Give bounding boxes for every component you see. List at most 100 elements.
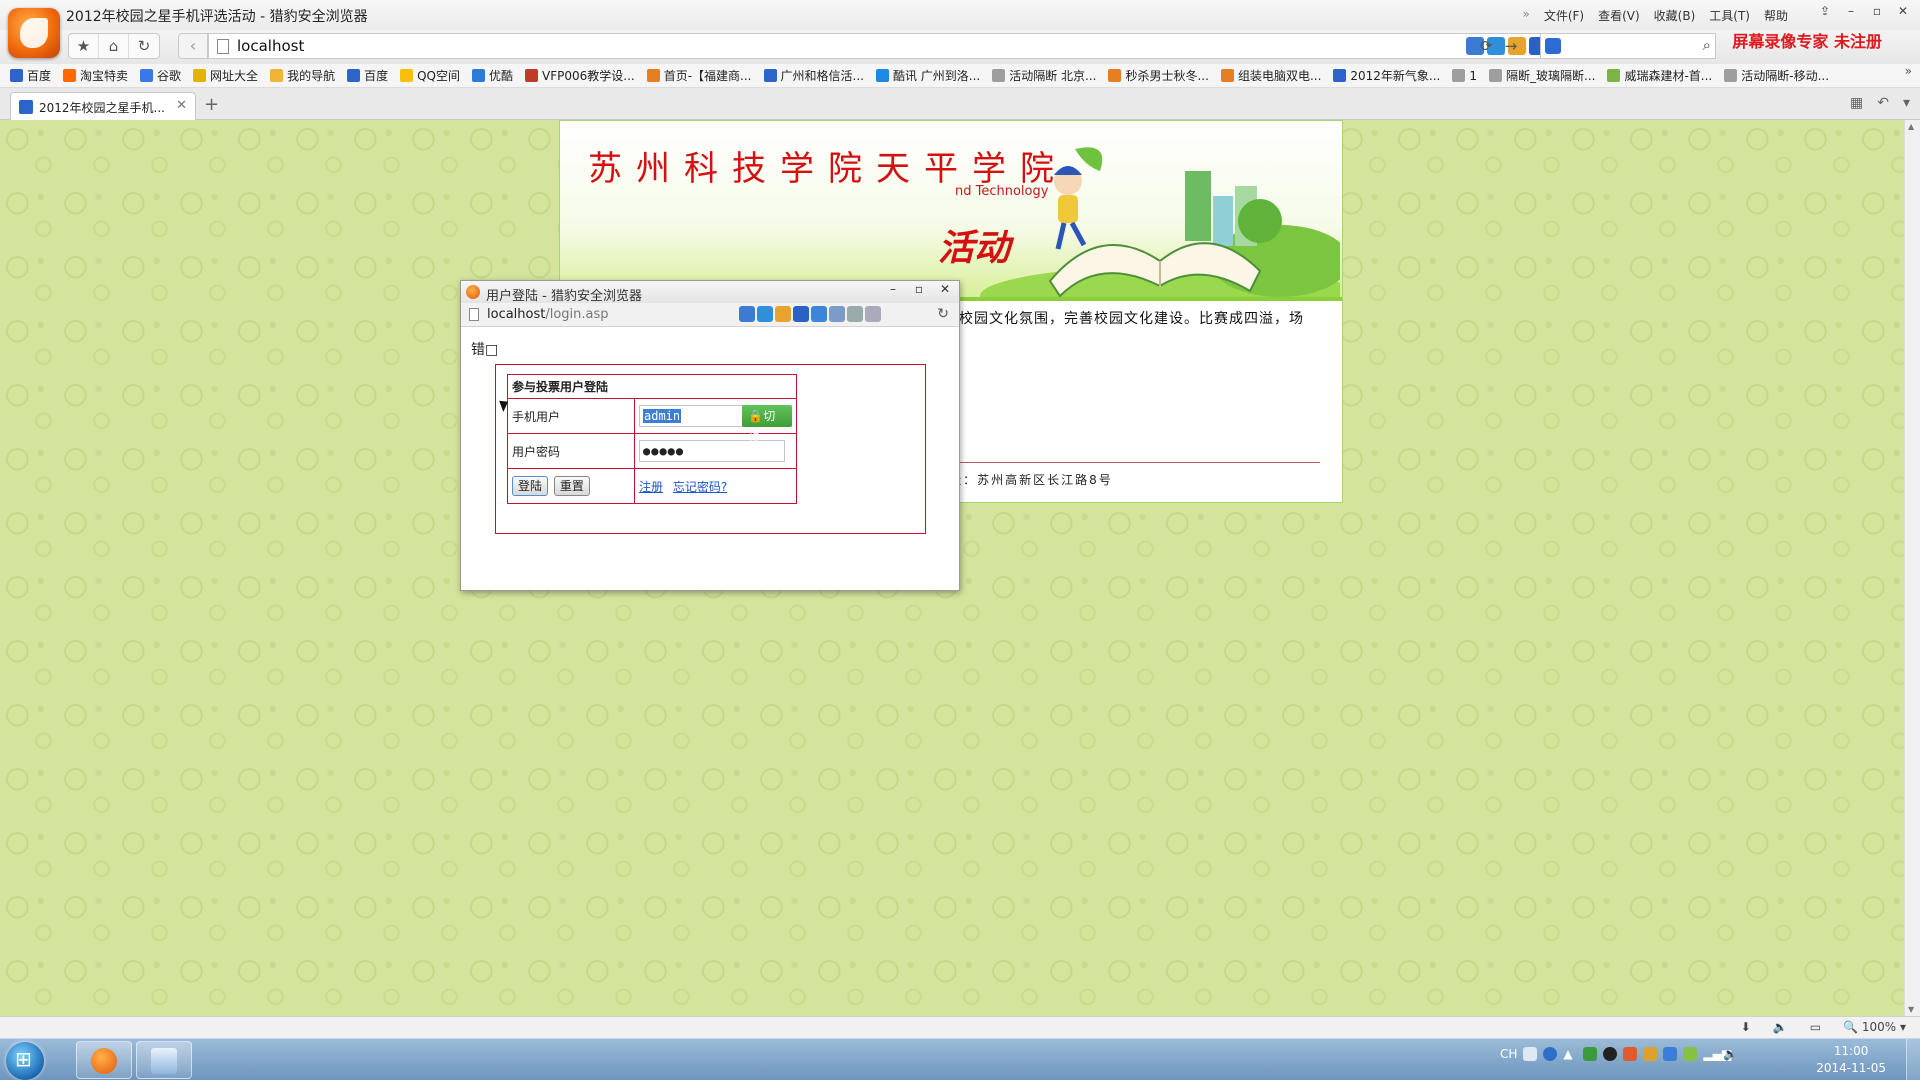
chevron-down-icon[interactable]: ▾ xyxy=(1903,95,1910,111)
close-button[interactable]: ✕ xyxy=(1892,2,1914,20)
close-tab-icon[interactable]: ✕ xyxy=(176,98,187,113)
scroll-up-icon[interactable]: ▲ xyxy=(1908,122,1914,131)
address-url[interactable]: localhost xyxy=(237,37,304,55)
bookmark-label: 活动隔断 北京... xyxy=(1009,69,1097,83)
security-icon[interactable] xyxy=(1623,1047,1638,1061)
password-label: 用户密码 xyxy=(507,433,635,469)
scroll-down-icon[interactable]: ▼ xyxy=(1908,1005,1914,1014)
refresh-icon[interactable]: ↻ xyxy=(129,34,159,58)
popup-title-bar[interactable]: 用户登陆 - 猎豹安全浏览器 – ▫ ✕ xyxy=(461,281,959,304)
go-arrow-icon[interactable]: → xyxy=(1505,37,1518,55)
paw-icon xyxy=(1333,69,1347,82)
bookmark-item[interactable]: VFP006教学设... xyxy=(525,67,635,84)
grid-menu-icon[interactable] xyxy=(847,306,863,322)
switch-button[interactable]: 🔒切换 xyxy=(742,405,792,445)
ie-mode-icon[interactable]: ⟳ xyxy=(1480,37,1493,55)
bookmark-item[interactable]: 组装电脑双电... xyxy=(1220,67,1321,84)
bookmark-item[interactable]: 1 xyxy=(1452,69,1477,83)
bookmark-item[interactable]: 活动隔断-移动... xyxy=(1724,67,1829,84)
password-input[interactable]: ●●●●● xyxy=(639,440,785,462)
reset-button[interactable]: 重置 xyxy=(553,476,590,496)
network-icon[interactable] xyxy=(829,306,845,322)
bookmark-item[interactable]: 2012年新气象... xyxy=(1333,67,1440,84)
menu-favorites[interactable]: 收藏(B) xyxy=(1654,7,1696,24)
volume-icon[interactable]: 🔈 xyxy=(1723,1047,1738,1061)
minimize-button[interactable]: – xyxy=(1840,2,1862,20)
forgot-password-link[interactable]: 忘记密码? xyxy=(673,480,727,494)
pin-icon[interactable]: ⇪ xyxy=(1814,2,1836,20)
menu-tools[interactable]: 工具(T) xyxy=(1709,7,1750,24)
bookmark-item[interactable]: 秒杀男士秋冬... xyxy=(1108,67,1209,84)
search-input[interactable]: ⌕ xyxy=(1540,33,1716,59)
help-icon[interactable] xyxy=(1543,1047,1558,1061)
bookmark-item[interactable]: 淘宝特卖 xyxy=(63,67,128,84)
search-icon[interactable]: ⌕ xyxy=(1703,36,1711,54)
volume-icon[interactable]: 🔈 xyxy=(1773,1020,1788,1034)
window-controls: ⇪ – ▫ ✕ xyxy=(1814,2,1914,20)
home-icon[interactable]: ⌂ xyxy=(99,34,129,58)
system-clock[interactable]: 11:00 2014-11-05 xyxy=(1816,1043,1886,1077)
bookmark-item[interactable]: 百度 xyxy=(347,67,388,84)
address-bar[interactable]: localhost xyxy=(208,33,1636,59)
bookmark-item[interactable]: 谷歌 xyxy=(140,67,181,84)
browser-logo-icon[interactable] xyxy=(8,8,60,58)
popup-title: 用户登陆 - 猎豹安全浏览器 xyxy=(486,289,642,304)
bookmark-item[interactable]: 威瑞森建材-首... xyxy=(1607,67,1712,84)
window-mode-icon[interactable]: ▭ xyxy=(1810,1020,1821,1034)
favorite-star-icon[interactable]: ★ xyxy=(69,34,99,58)
bookmark-item[interactable]: 百度 xyxy=(10,67,51,84)
qq-icon[interactable] xyxy=(1603,1047,1618,1061)
mail-icon[interactable] xyxy=(1663,1047,1678,1061)
bookmark-item[interactable]: QQ空间 xyxy=(400,67,460,84)
login-button[interactable]: 登陆 xyxy=(512,476,549,496)
bookmark-item[interactable]: 酷讯 广州到洛... xyxy=(875,67,980,84)
bookmark-item[interactable]: 活动隔断 北京... xyxy=(992,67,1096,84)
screenshot-icon[interactable] xyxy=(757,306,773,322)
ie-mode-icon[interactable] xyxy=(865,306,881,322)
show-desktop-button[interactable] xyxy=(1906,1039,1920,1080)
popup-close-button[interactable]: ✕ xyxy=(935,282,955,296)
popup-address-bar[interactable]: localhost/login.asp ↻ xyxy=(461,303,959,327)
google-icon xyxy=(140,69,154,82)
translate-icon[interactable] xyxy=(793,306,809,322)
bookmark-item[interactable]: 我的导航 xyxy=(270,67,335,84)
popup-refresh-icon[interactable]: ↻ xyxy=(937,306,949,322)
ticket-icon[interactable] xyxy=(775,306,791,322)
popup-minimize-button[interactable]: – xyxy=(883,282,903,296)
taskbar-app[interactable] xyxy=(136,1041,192,1079)
download-icon[interactable]: ⬇ xyxy=(1741,1020,1751,1034)
register-link[interactable]: 注册 xyxy=(639,480,663,494)
bookmark-item[interactable]: 广州和格信活... xyxy=(763,67,864,84)
restore-button[interactable]: ▫ xyxy=(1866,2,1888,20)
start-button[interactable] xyxy=(6,1042,44,1080)
tray-app-icon[interactable] xyxy=(1583,1047,1598,1061)
input-method[interactable]: CH xyxy=(1500,1047,1517,1061)
shield-icon[interactable] xyxy=(1643,1047,1658,1061)
tray-arrow-icon[interactable]: ▲ xyxy=(1563,1047,1577,1061)
taskbar-browser[interactable] xyxy=(76,1041,132,1079)
bookmark-item[interactable]: 首页-【福建商... xyxy=(646,67,752,84)
menu-view[interactable]: 查看(V) xyxy=(1598,7,1640,24)
back-button[interactable]: ‹ xyxy=(178,33,208,59)
new-tab-button[interactable]: + xyxy=(204,94,219,115)
chevron-icon[interactable]: » xyxy=(1522,7,1529,24)
compat-mode-icon[interactable] xyxy=(739,306,755,322)
bookmark-item[interactable]: 优酷 xyxy=(472,67,513,84)
bookmark-item[interactable]: 网址大全 xyxy=(193,67,258,84)
bookmark-item[interactable]: 隔断_玻璃隔断... xyxy=(1489,67,1595,84)
popup-maximize-button[interactable]: ▫ xyxy=(909,282,929,296)
tray-app-icon[interactable] xyxy=(1683,1047,1698,1061)
search-engine-icon[interactable] xyxy=(1545,38,1561,54)
menu-help[interactable]: 帮助 xyxy=(1764,7,1788,24)
bookmarks-more-icon[interactable]: » xyxy=(1905,64,1912,78)
network-icon[interactable]: ▂▄▆ xyxy=(1703,1047,1731,1061)
undo-close-icon[interactable]: ↶ xyxy=(1877,95,1889,111)
tab-active[interactable]: 2012年校园之星手机... ✕ xyxy=(10,92,196,120)
tab-list-icon[interactable]: ▦ xyxy=(1850,95,1863,111)
menu-file[interactable]: 文件(F) xyxy=(1544,7,1584,24)
zoom-control[interactable]: 🔍 100% ▾ xyxy=(1843,1020,1906,1034)
folder-icon xyxy=(270,69,284,82)
search-tool-icon[interactable] xyxy=(811,306,827,322)
keyboard-icon[interactable] xyxy=(1523,1047,1538,1061)
vertical-scrollbar[interactable]: ▲ ▼ xyxy=(1904,120,1920,1016)
